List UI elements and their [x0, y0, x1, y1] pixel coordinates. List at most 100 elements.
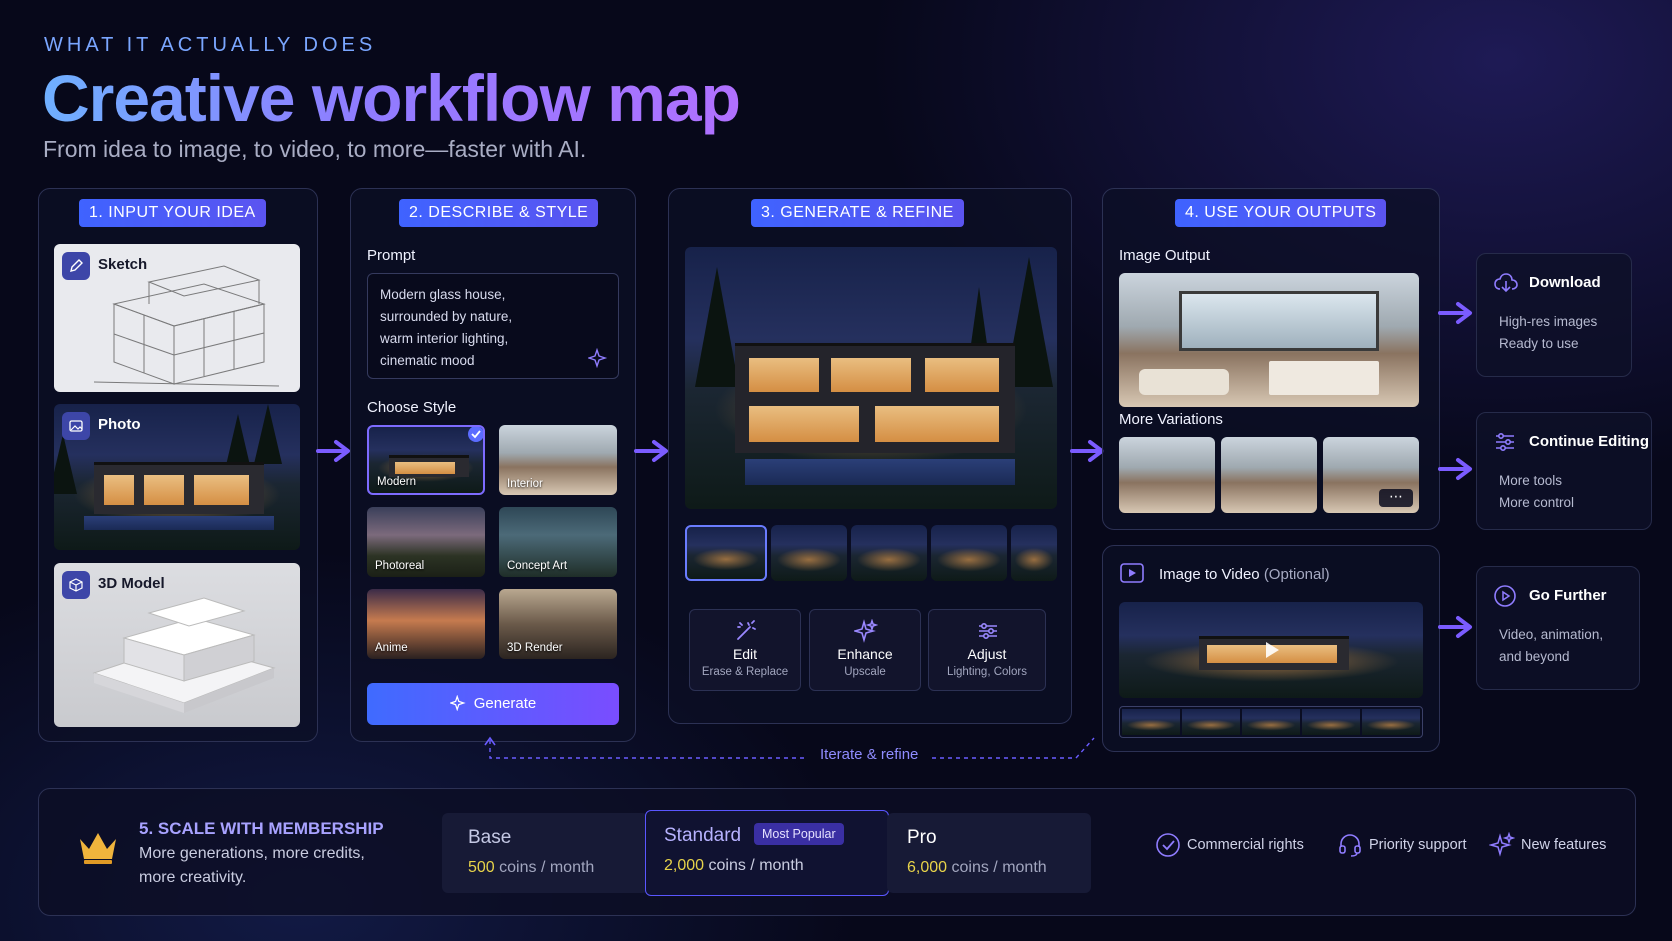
sliders-icon	[1496, 432, 1514, 452]
style-option-3d-render[interactable]: 3D Render	[499, 589, 617, 659]
sparkle-icon	[1489, 832, 1515, 857]
video-timeline[interactable]	[1119, 706, 1423, 738]
video-label-row: Image to Video (Optional)	[1159, 566, 1330, 583]
plan-name: Pro	[907, 827, 937, 848]
step4-panel: 4. USE YOUR OUTPUTS Image Output More Va…	[1102, 188, 1440, 530]
side-card-line: Ready to use	[1499, 336, 1579, 351]
sparkle-icon[interactable]	[588, 348, 608, 368]
headset-icon	[1339, 834, 1361, 857]
cube-icon	[62, 571, 90, 599]
eyebrow: WHAT IT ACTUALLY DOES	[44, 34, 377, 56]
feature-commercial-rights: Commercial rights	[1156, 833, 1304, 857]
style-caption: Interior	[507, 478, 543, 490]
page-subtitle: From idea to image, to video, to more—fa…	[43, 136, 587, 162]
style-caption: Anime	[375, 642, 408, 654]
variation-thumbnail[interactable]	[1221, 437, 1317, 513]
style-option-anime[interactable]: Anime	[367, 589, 485, 659]
result-thumbnail[interactable]	[771, 525, 847, 581]
check-circle-icon	[1156, 833, 1180, 857]
plan-unit: coins / month	[708, 857, 804, 874]
step2-panel: 2. DESCRIBE & STYLE Prompt Modern glass …	[350, 188, 636, 742]
input-3d-model[interactable]: 3D Model	[54, 563, 300, 727]
download-card[interactable]: Download High-res images Ready to use	[1476, 253, 1632, 377]
video-preview[interactable]	[1119, 602, 1423, 698]
style-option-modern[interactable]: Modern	[367, 425, 485, 495]
step1-tag: 1. INPUT YOUR IDEA	[79, 199, 266, 227]
input-label: Photo	[98, 416, 141, 433]
go-further-card[interactable]: Go Further Video, animation, and beyond	[1476, 566, 1640, 690]
image-output-label: Image Output	[1119, 247, 1210, 264]
play-icon[interactable]	[1259, 638, 1283, 662]
side-card-line: and beyond	[1499, 649, 1570, 664]
side-card-line: More tools	[1499, 473, 1563, 488]
tool-title: Enhance	[837, 646, 893, 662]
continue-editing-card[interactable]: Continue Editing More tools More control	[1476, 412, 1652, 530]
prompt-line: cinematic mood	[380, 353, 475, 368]
step1-panel: 1. INPUT YOUR IDEA Sketch Photo 3D Model	[38, 188, 318, 742]
image-output[interactable]	[1119, 273, 1419, 407]
style-option-interior[interactable]: Interior	[499, 425, 617, 495]
result-thumbnail[interactable]	[931, 525, 1007, 581]
variations-label: More Variations	[1119, 411, 1223, 428]
style-option-concept-art[interactable]: Concept Art	[499, 507, 617, 577]
tool-sub: Upscale	[844, 666, 886, 678]
tool-sub: Lighting, Colors	[947, 666, 1027, 678]
step3-tag: 3. GENERATE & REFINE	[751, 199, 964, 227]
edit-tool[interactable]: Edit Erase & Replace	[689, 609, 801, 691]
tool-sub: Erase & Replace	[701, 666, 789, 678]
prompt-input[interactable]: Modern glass house, surrounded by nature…	[367, 273, 619, 379]
page-title: Creative workflow map	[42, 58, 741, 138]
plan-amount: 6,000	[907, 859, 948, 876]
flow-arrow	[1438, 302, 1472, 324]
plan-price: 6,000 coins / month	[907, 859, 1047, 877]
prompt-line: warm interior lighting,	[380, 331, 509, 346]
video-label: Image to Video	[1159, 566, 1260, 583]
result-thumbnail[interactable]	[1011, 525, 1057, 581]
style-caption: 3D Render	[507, 642, 563, 654]
generate-label: Generate	[473, 695, 537, 712]
variation-thumbnail[interactable]: ⋯	[1323, 437, 1419, 513]
membership-desc: more creativity.	[139, 869, 247, 886]
feature-label: Commercial rights	[1187, 837, 1304, 853]
generate-button[interactable]: Generate	[367, 683, 619, 725]
magic-wand-icon	[737, 620, 756, 640]
input-sketch[interactable]: Sketch	[54, 244, 300, 392]
style-caption: Concept Art	[507, 560, 568, 572]
tool-title: Edit	[732, 646, 758, 662]
iterate-label: Iterate & refine	[820, 746, 919, 763]
plan-pro[interactable]: Pro 6,000 coins / month	[887, 813, 1091, 893]
flow-arrow	[1438, 458, 1472, 480]
input-label: Sketch	[98, 256, 148, 273]
iterate-loop-line	[484, 736, 1095, 759]
more-dots-icon[interactable]: ⋯	[1379, 489, 1413, 507]
image-icon	[62, 412, 90, 440]
sliders-icon	[979, 623, 997, 640]
side-card-line: Video, animation,	[1499, 627, 1604, 642]
plan-unit: coins / month	[499, 859, 595, 876]
result-thumbnail-selected[interactable]	[685, 525, 767, 581]
prompt-line: surrounded by nature,	[380, 309, 513, 324]
plan-standard[interactable]: Standard Most Popular 2,000 coins / mont…	[645, 810, 889, 896]
membership-desc: More generations, more credits,	[139, 845, 365, 862]
side-card-line: More control	[1499, 495, 1575, 510]
feature-new-features: New features	[1489, 832, 1607, 857]
membership-title: 5. SCALE WITH MEMBERSHIP	[139, 819, 384, 838]
step3-panel: 3. GENERATE & REFINE Edit Erase & Replac…	[668, 188, 1072, 724]
generated-image[interactable]	[685, 247, 1057, 509]
style-option-photoreal[interactable]: Photoreal	[367, 507, 485, 577]
style-caption: Photoreal	[375, 560, 425, 572]
adjust-tool[interactable]: Adjust Lighting, Colors	[928, 609, 1046, 691]
enhance-tool[interactable]: Enhance Upscale	[809, 609, 921, 691]
plan-base[interactable]: Base 500 coins / month	[442, 813, 648, 893]
flow-arrow	[634, 440, 668, 462]
plan-amount: 2,000	[664, 857, 705, 874]
side-card-line: High-res images	[1499, 314, 1598, 329]
feature-label: New features	[1521, 837, 1607, 853]
result-thumbnail[interactable]	[851, 525, 927, 581]
style-label: Choose Style	[367, 399, 457, 416]
variation-thumbnail[interactable]	[1119, 437, 1215, 513]
side-card-title: Download	[1529, 274, 1601, 291]
input-photo[interactable]: Photo	[54, 404, 300, 550]
membership-panel: 5. SCALE WITH MEMBERSHIP More generation…	[38, 788, 1636, 916]
side-card-title: Continue Editing	[1529, 433, 1649, 450]
